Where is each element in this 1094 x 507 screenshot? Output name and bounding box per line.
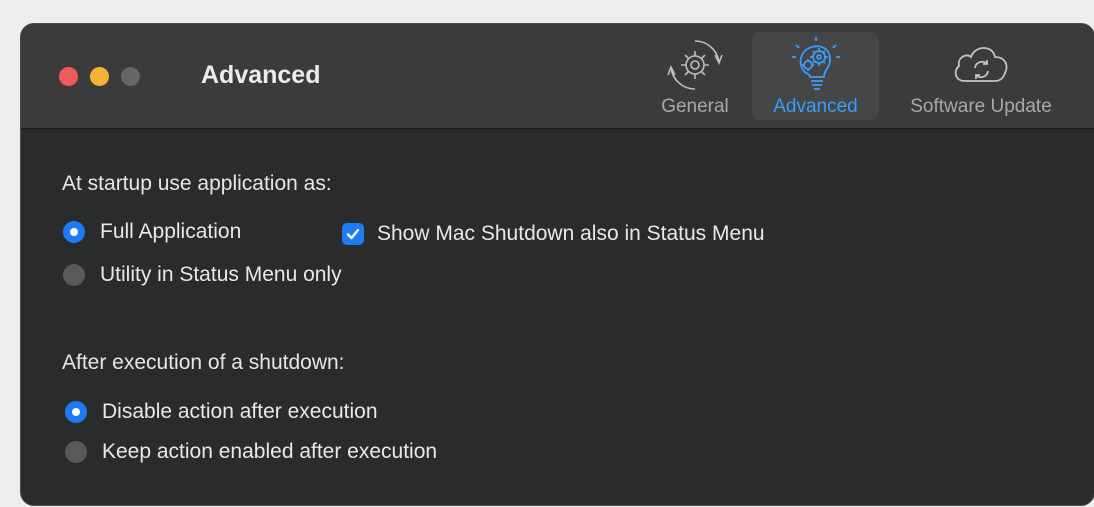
- tab-general-label: General: [661, 96, 729, 117]
- gear-icon: [665, 35, 725, 100]
- tab-advanced[interactable]: Advanced: [752, 32, 879, 120]
- zoom-button: [121, 67, 140, 86]
- checkmark-icon: [346, 228, 360, 240]
- checkbox-show-status-menu-label: Show Mac Shutdown also in Status Menu: [377, 222, 765, 245]
- radio-full-application[interactable]: Full Application: [63, 220, 241, 244]
- minimize-button[interactable]: [90, 67, 109, 86]
- cloud-sync-icon: [949, 35, 1013, 100]
- radio-utility-status-menu-label: Utility in Status Menu only: [100, 263, 342, 286]
- radio-button-selected[interactable]: [63, 221, 85, 243]
- close-button[interactable]: [59, 67, 78, 86]
- radio-utility-status-menu[interactable]: Utility in Status Menu only: [63, 263, 342, 287]
- radio-button-unselected[interactable]: [65, 441, 87, 463]
- tab-software-update-label: Software Update: [910, 96, 1052, 117]
- window-title: Advanced: [201, 61, 321, 89]
- tab-general[interactable]: General: [649, 32, 741, 120]
- radio-keep-action-enabled-label: Keep action enabled after execution: [102, 440, 438, 463]
- radio-keep-action-enabled[interactable]: Keep action enabled after execution: [65, 440, 437, 464]
- startup-heading: At startup use application as:: [62, 172, 332, 195]
- radio-button-unselected[interactable]: [63, 264, 85, 286]
- checkbox-show-status-menu[interactable]: Show Mac Shutdown also in Status Menu: [342, 222, 765, 246]
- checkbox-checked[interactable]: [342, 223, 364, 245]
- after-shutdown-heading: After execution of a shutdown:: [62, 351, 345, 374]
- lightbulb-gears-icon: [786, 35, 846, 100]
- radio-full-application-label: Full Application: [100, 220, 242, 243]
- radio-disable-action[interactable]: Disable action after execution: [65, 400, 378, 424]
- titlebar: Advanced General Advanced Software Updat…: [21, 24, 1094, 129]
- radio-disable-action-label: Disable action after execution: [102, 400, 378, 423]
- radio-button-selected[interactable]: [65, 401, 87, 423]
- tab-advanced-label: Advanced: [773, 96, 858, 117]
- preferences-window: Advanced General Advanced Software Updat…: [20, 23, 1094, 506]
- tab-software-update[interactable]: Software Update: [886, 32, 1076, 120]
